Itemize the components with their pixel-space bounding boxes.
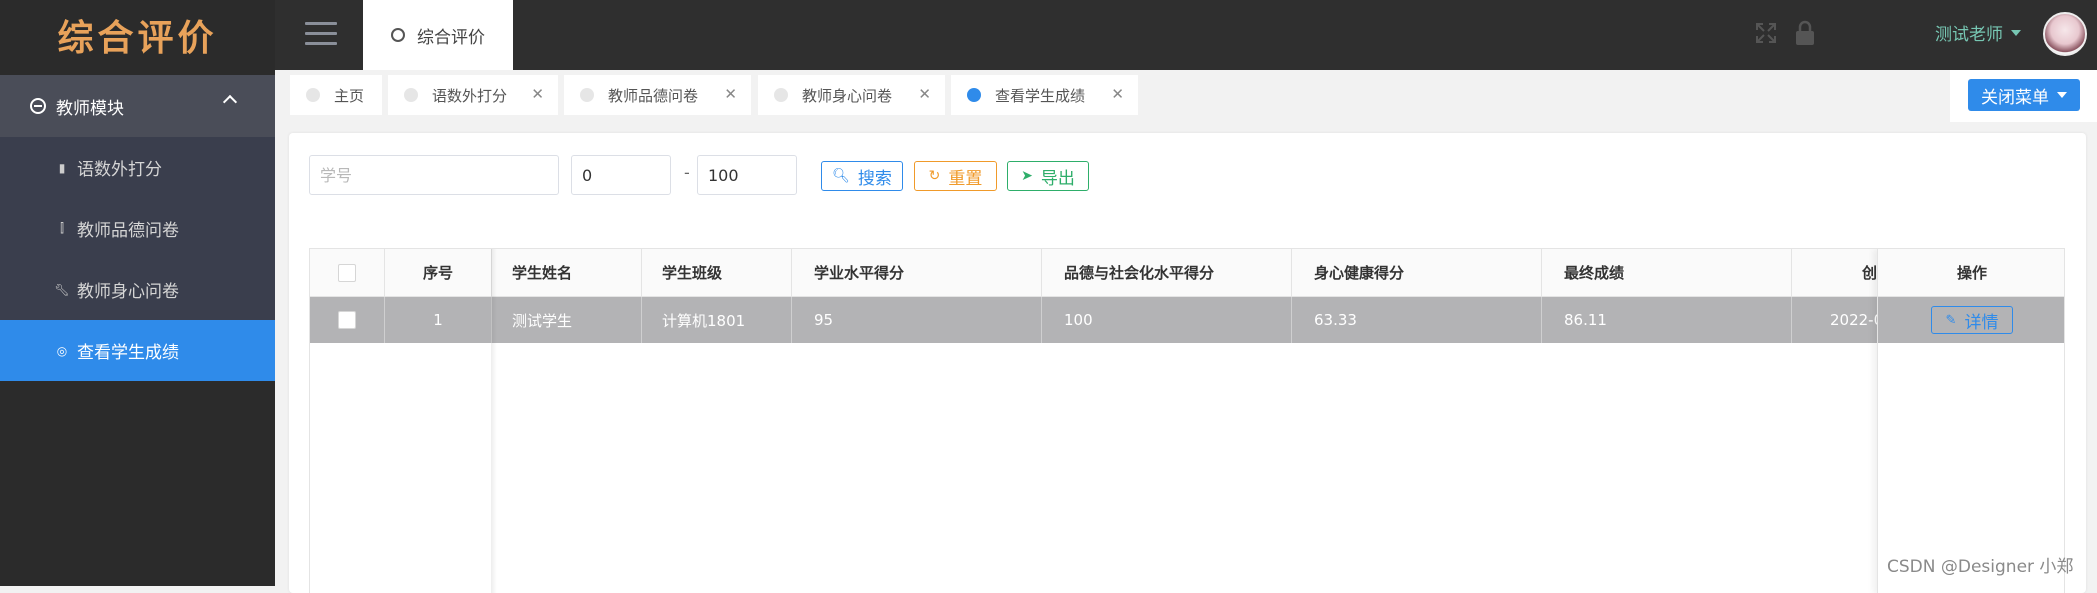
close-menu-button[interactable]: 关闭菜单 bbox=[1968, 79, 2080, 111]
detail-button-label: 详情 bbox=[1964, 312, 1999, 333]
chevron-up-icon bbox=[222, 94, 238, 110]
fixed-left-shadow bbox=[491, 249, 497, 593]
send-icon: ➤ bbox=[1021, 168, 1033, 184]
tab-dot-icon bbox=[404, 88, 418, 102]
cell-academic-score: 95 bbox=[792, 297, 1042, 343]
score-min-input[interactable] bbox=[571, 155, 671, 195]
cell-index: 1 bbox=[385, 297, 492, 343]
tab-dot-icon bbox=[967, 88, 981, 102]
main-card: - 🔍︎ 搜索 ↻ 重置 ➤ 导出 序号 学生姓名 学生班级 学业水平得分 品德… bbox=[289, 133, 2086, 593]
close-icon[interactable]: ✕ bbox=[724, 85, 737, 103]
tab-home[interactable]: 主页 bbox=[290, 75, 382, 115]
column-header-final-score[interactable]: 最终成绩 bbox=[1542, 249, 1792, 296]
tab-dot-icon bbox=[580, 88, 594, 102]
close-icon[interactable]: ✕ bbox=[1111, 85, 1124, 103]
column-header-actions: 操作 bbox=[1878, 249, 2064, 297]
module-icon bbox=[30, 98, 46, 114]
column-header-health-score[interactable]: 身心健康得分 bbox=[1292, 249, 1542, 296]
export-button[interactable]: ➤ 导出 bbox=[1007, 161, 1089, 191]
sidebar-item-teacher-moral-survey[interactable]: ⫿ 教师品德问卷 bbox=[0, 198, 275, 259]
refresh-icon: ↻ bbox=[928, 168, 941, 184]
detail-button[interactable]: ✎ 详情 bbox=[1931, 306, 2013, 334]
table-row[interactable]: 1 测试学生 计算机1801 95 100 63.33 86.11 2022-0 bbox=[310, 297, 2064, 343]
sidebar-item-label: 查看学生成绩 bbox=[77, 343, 179, 363]
tab-dot-icon bbox=[306, 88, 320, 102]
top-header: 综合评价 测试老师 bbox=[275, 0, 2097, 70]
watermark: CSDN @Designer 小郑 bbox=[1887, 557, 2074, 577]
search-button-label: 搜索 bbox=[857, 168, 892, 189]
tab-label: 查看学生成绩 bbox=[995, 86, 1086, 105]
sidebar-item-label: 教师身心问卷 bbox=[77, 282, 179, 302]
avatar[interactable] bbox=[2043, 12, 2087, 56]
grades-table: 序号 学生姓名 学生班级 学业水平得分 品德与社会化水平得分 身心健康得分 最终… bbox=[309, 248, 2065, 593]
cell-moral-score: 100 bbox=[1042, 297, 1292, 343]
caret-down-icon bbox=[2057, 92, 2067, 98]
fixed-action-column: 操作 ✎ 详情 bbox=[1877, 249, 2064, 593]
sidebar-group-teacher-module[interactable]: 教师模块 bbox=[0, 75, 275, 137]
column-header-student-class[interactable]: 学生班级 bbox=[642, 249, 792, 296]
wrench-icon: 🔧︎ bbox=[54, 282, 70, 297]
row-checkbox[interactable] bbox=[338, 311, 356, 329]
student-id-input[interactable] bbox=[309, 155, 559, 195]
sidebar-item-label: 语数外打分 bbox=[77, 160, 162, 180]
column-header-moral-score[interactable]: 品德与社会化水平得分 bbox=[1042, 249, 1292, 296]
top-tab-comprehensive-evaluation[interactable]: 综合评价 bbox=[363, 0, 513, 70]
cell-health-score: 63.33 bbox=[1292, 297, 1542, 343]
user-menu[interactable]: 测试老师 bbox=[1935, 20, 2021, 45]
tab-view-student-grades[interactable]: 查看学生成绩 ✕ bbox=[951, 75, 1138, 115]
top-tab-label: 综合评价 bbox=[417, 27, 485, 48]
table-header: 序号 学生姓名 学生班级 学业水平得分 品德与社会化水平得分 身心健康得分 最终… bbox=[310, 249, 2064, 297]
sidebar-item-label: 教师品德问卷 bbox=[77, 221, 179, 241]
select-all-cell bbox=[310, 249, 385, 296]
range-separator: - bbox=[684, 163, 690, 182]
search-icon: 🔍︎ bbox=[832, 168, 850, 184]
close-menu-label: 关闭菜单 bbox=[1981, 87, 2049, 108]
action-cell: ✎ 详情 bbox=[1878, 297, 2064, 343]
user-name-label: 测试老师 bbox=[1935, 25, 2003, 45]
tab-label: 主页 bbox=[334, 86, 365, 105]
tab-label: 语数外打分 bbox=[432, 86, 508, 105]
tab-teacher-moral-survey[interactable]: 教师品德问卷 ✕ bbox=[564, 75, 751, 115]
column-header-academic-score[interactable]: 学业水平得分 bbox=[792, 249, 1042, 296]
caret-down-icon bbox=[2011, 29, 2021, 36]
cell-student-class: 计算机1801 bbox=[642, 297, 792, 343]
sidebar-group-label: 教师模块 bbox=[56, 98, 124, 119]
column-header-index[interactable]: 序号 bbox=[385, 249, 492, 296]
tab-label: 教师品德问卷 bbox=[608, 86, 699, 105]
dumbbell-icon: ⫿ bbox=[60, 221, 64, 235]
column-header-student-name[interactable]: 学生姓名 bbox=[492, 249, 642, 296]
fullscreen-icon[interactable] bbox=[1755, 22, 1777, 44]
lock-icon[interactable] bbox=[1795, 20, 1815, 46]
document-icon: ▮ bbox=[58, 160, 66, 175]
cell-student-name: 测试学生 bbox=[492, 297, 642, 343]
close-icon[interactable]: ✕ bbox=[531, 85, 544, 103]
sidebar-item-view-student-grades[interactable]: ◎ 查看学生成绩 bbox=[0, 320, 275, 381]
menu-toggle-icon[interactable] bbox=[305, 22, 337, 46]
sidebar-item-chinese-math-english-scoring[interactable]: ▮ 语数外打分 bbox=[0, 137, 275, 198]
close-icon[interactable]: ✕ bbox=[918, 85, 931, 103]
export-button-label: 导出 bbox=[1040, 168, 1075, 189]
sidebar-submenu: ▮ 语数外打分 ⫿ 教师品德问卷 🔧︎ 教师身心问卷 ◎ 查看学生成绩 bbox=[0, 137, 275, 381]
reset-button[interactable]: ↻ 重置 bbox=[914, 161, 997, 191]
select-all-checkbox[interactable] bbox=[338, 263, 356, 282]
page-tabs: 主页 语数外打分 ✕ 教师品德问卷 ✕ 教师身心问卷 ✕ 查看学生成绩 ✕ 关闭… bbox=[275, 70, 2097, 122]
tab-teacher-health-survey[interactable]: 教师身心问卷 ✕ bbox=[758, 75, 945, 115]
tab-dot-icon bbox=[774, 88, 788, 102]
target-icon: ◎ bbox=[56, 343, 68, 358]
app-logo: 综合评价 bbox=[0, 0, 275, 70]
row-select-cell bbox=[310, 297, 385, 343]
settings-icon bbox=[391, 28, 405, 42]
cell-final-score: 86.11 bbox=[1542, 297, 1792, 343]
search-button[interactable]: 🔍︎ 搜索 bbox=[821, 161, 903, 191]
edit-icon: ✎ bbox=[1945, 312, 1957, 328]
reset-button-label: 重置 bbox=[948, 168, 983, 189]
close-menu-container: 关闭菜单 bbox=[1950, 70, 2097, 122]
sidebar-item-teacher-health-survey[interactable]: 🔧︎ 教师身心问卷 bbox=[0, 259, 275, 320]
tab-label: 教师身心问卷 bbox=[802, 86, 893, 105]
tab-chinese-math-english-scoring[interactable]: 语数外打分 ✕ bbox=[388, 75, 558, 115]
sidebar: 教师模块 ▮ 语数外打分 ⫿ 教师品德问卷 🔧︎ 教师身心问卷 ◎ 查看学生成绩 bbox=[0, 70, 275, 586]
score-max-input[interactable] bbox=[697, 155, 797, 195]
